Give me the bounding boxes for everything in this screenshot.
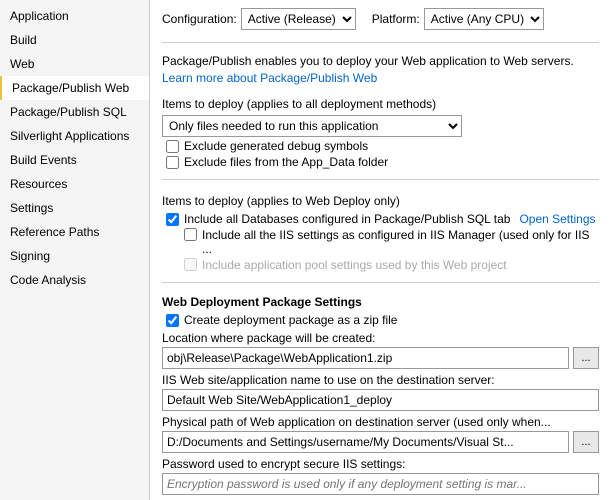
location-input[interactable] — [162, 347, 569, 369]
sidebar-item-package-publish-sql[interactable]: Package/Publish SQL — [0, 100, 149, 124]
include-databases-label: Include all Databases configured in Pack… — [184, 212, 510, 226]
top-bar: Configuration: Active (Release) Debug Re… — [162, 8, 599, 30]
description-block: Package/Publish enables you to deploy yo… — [162, 53, 599, 87]
create-zip-label: Create deployment package as a zip file — [184, 313, 397, 327]
lower-divider — [162, 282, 599, 283]
location-browse-button[interactable]: ... — [573, 347, 599, 369]
platform-group: Platform: Active (Any CPU) Any CPU x86 x… — [372, 8, 544, 30]
password-label: Password used to encrypt secure IIS sett… — [162, 457, 599, 471]
iis-name-row — [162, 389, 599, 411]
sidebar-item-application[interactable]: Application — [0, 4, 149, 28]
sidebar-item-resources[interactable]: Resources — [0, 172, 149, 196]
platform-label: Platform: — [372, 12, 420, 26]
deploy-dropdown-row: Only files needed to run this applicatio… — [162, 115, 599, 137]
exclude-debug-row: Exclude generated debug symbols — [166, 139, 599, 153]
deploy-web-header: Items to deploy (applies to Web Deploy o… — [162, 194, 599, 208]
deploy-all-select[interactable]: Only files needed to run this applicatio… — [162, 115, 462, 137]
mid-divider — [162, 179, 599, 180]
platform-select[interactable]: Active (Any CPU) Any CPU x86 x64 — [424, 8, 544, 30]
physical-path-input[interactable] — [162, 431, 569, 453]
exclude-app-data-label: Exclude files from the App_Data folder — [184, 155, 388, 169]
include-pool-row: Include application pool settings used b… — [184, 258, 599, 272]
sidebar-item-web[interactable]: Web — [0, 52, 149, 76]
physical-path-browse-button[interactable]: ... — [573, 431, 599, 453]
exclude-debug-checkbox[interactable] — [166, 140, 179, 153]
location-label: Location where package will be created: — [162, 331, 599, 345]
sidebar-item-build[interactable]: Build — [0, 28, 149, 52]
exclude-app-data-checkbox[interactable] — [166, 156, 179, 169]
configuration-group: Configuration: Active (Release) Debug Re… — [162, 8, 356, 30]
create-zip-checkbox[interactable] — [166, 314, 179, 327]
include-iis-row: Include all the IIS settings as configur… — [184, 228, 599, 256]
password-row — [162, 473, 599, 495]
include-pool-checkbox[interactable] — [184, 258, 197, 271]
deploy-all-header: Items to deploy (applies to all deployme… — [162, 97, 599, 111]
deploy-all-section: Items to deploy (applies to all deployme… — [162, 93, 599, 171]
learn-more-link[interactable]: Learn more about Package/Publish Web — [162, 71, 377, 85]
exclude-debug-label: Exclude generated debug symbols — [184, 139, 368, 153]
create-zip-row: Create deployment package as a zip file — [166, 313, 599, 327]
include-iis-checkbox[interactable] — [184, 228, 197, 241]
physical-path-row: ... — [162, 431, 599, 453]
configuration-select[interactable]: Active (Release) Debug Release — [241, 8, 356, 30]
location-row: ... — [162, 347, 599, 369]
sidebar-item-code-analysis[interactable]: Code Analysis — [0, 268, 149, 292]
sidebar-item-settings[interactable]: Settings — [0, 196, 149, 220]
open-settings-link[interactable]: Open Settings — [519, 212, 595, 226]
main-content: Configuration: Active (Release) Debug Re… — [150, 0, 611, 500]
sidebar: Application Build Web Package/Publish We… — [0, 0, 150, 500]
physical-path-label: Physical path of Web application on dest… — [162, 415, 599, 429]
include-databases-row: Include all Databases configured in Pack… — [166, 212, 599, 226]
include-pool-label: Include application pool settings used b… — [202, 258, 507, 272]
password-input[interactable] — [162, 473, 599, 495]
sidebar-item-signing[interactable]: Signing — [0, 244, 149, 268]
sidebar-item-reference-paths[interactable]: Reference Paths — [0, 220, 149, 244]
sidebar-item-build-events[interactable]: Build Events — [0, 148, 149, 172]
include-databases-checkbox[interactable] — [166, 213, 179, 226]
deploy-web-section: Items to deploy (applies to Web Deploy o… — [162, 190, 599, 274]
web-deployment-package-section: Web Deployment Package Settings Create d… — [162, 295, 599, 495]
exclude-app-data-row: Exclude files from the App_Data folder — [166, 155, 599, 169]
include-iis-label: Include all the IIS settings as configur… — [202, 228, 599, 256]
sidebar-item-silverlight-applications[interactable]: Silverlight Applications — [0, 124, 149, 148]
sidebar-item-package-publish-web[interactable]: Package/Publish Web — [0, 76, 149, 100]
top-divider — [162, 42, 599, 43]
iis-name-input[interactable] — [162, 389, 599, 411]
configuration-label: Configuration: — [162, 12, 237, 26]
description-text: Package/Publish enables you to deploy yo… — [162, 54, 574, 68]
iis-name-label: IIS Web site/application name to use on … — [162, 373, 599, 387]
web-deployment-package-header: Web Deployment Package Settings — [162, 295, 599, 309]
